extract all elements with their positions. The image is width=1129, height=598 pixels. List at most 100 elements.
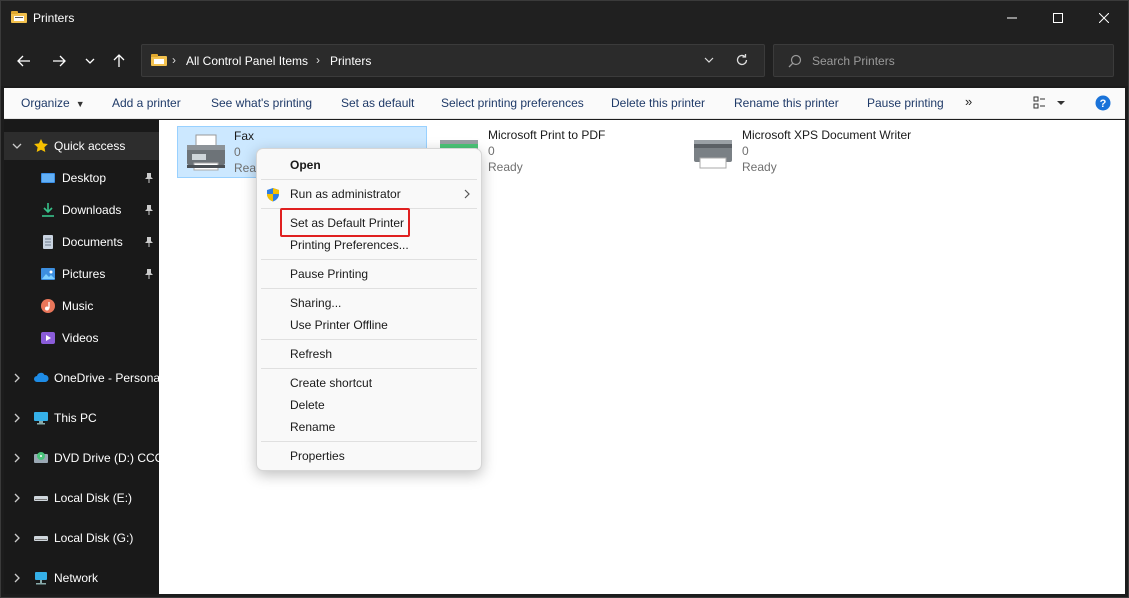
pin-icon[interactable] xyxy=(144,236,154,248)
chevron-right-icon[interactable] xyxy=(12,372,22,384)
disk-icon xyxy=(34,536,48,541)
sidebar-item-dvd-drive[interactable]: DVD Drive (D:) CCCC xyxy=(4,444,159,472)
videos-icon xyxy=(41,332,55,344)
help-icon[interactable]: ? xyxy=(1095,95,1111,111)
menu-item-refresh[interactable]: Refresh xyxy=(257,343,481,365)
more-commands-button[interactable]: » xyxy=(965,94,972,109)
pin-icon[interactable] xyxy=(144,268,154,280)
breadcrumb-all-control-panel-items[interactable]: All Control Panel Items xyxy=(186,54,308,68)
sidebar-item-label: Local Disk (E:) xyxy=(54,491,133,505)
menu-item-create-shortcut[interactable]: Create shortcut xyxy=(257,372,481,394)
back-button[interactable] xyxy=(12,49,36,73)
sidebar-item-this-pc[interactable]: This PC xyxy=(4,404,159,432)
printer-context-menu: Open Run as administrator Set as Default… xyxy=(256,148,482,471)
menu-item-label: Use Printer Offline xyxy=(290,318,388,332)
refresh-icon[interactable] xyxy=(735,53,749,67)
sidebar-item-label: Quick access xyxy=(54,139,126,153)
sidebar-item-local-disk-g[interactable]: Local Disk (G:) xyxy=(4,524,159,552)
sidebar-item-music[interactable]: Music xyxy=(4,292,159,320)
menu-item-printing-preferences[interactable]: Printing Preferences... xyxy=(257,234,481,256)
highlight-box xyxy=(280,208,410,237)
chevron-right-icon[interactable] xyxy=(12,532,22,544)
menu-item-use-printer-offline[interactable]: Use Printer Offline xyxy=(257,314,481,336)
menu-item-pause-printing[interactable]: Pause Printing xyxy=(257,263,481,285)
printer-status: Ready xyxy=(488,160,523,174)
sidebar-item-network[interactable]: Network xyxy=(4,564,159,592)
sidebar-item-label: Documents xyxy=(62,235,123,249)
chevron-right-icon[interactable] xyxy=(12,452,22,464)
sidebar-item-desktop[interactable]: Desktop xyxy=(4,164,159,192)
downloads-icon xyxy=(42,203,54,217)
menu-item-label: Create shortcut xyxy=(290,376,373,390)
menu-item-rename[interactable]: Rename xyxy=(257,416,481,438)
menu-separator xyxy=(261,179,477,180)
printer-name: Microsoft Print to PDF xyxy=(488,128,606,142)
rename-printer-button[interactable]: Rename this printer xyxy=(734,96,839,110)
pause-printing-button[interactable]: Pause printing xyxy=(867,96,944,110)
breadcrumb-separator: › xyxy=(172,53,176,67)
chevron-right-icon[interactable] xyxy=(12,412,22,424)
close-icon xyxy=(1099,13,1109,23)
title-bar: Printers xyxy=(0,0,1129,36)
sidebar-item-label: This PC xyxy=(54,411,97,425)
minimize-button[interactable] xyxy=(989,0,1035,36)
up-button[interactable] xyxy=(107,49,131,73)
search-icon xyxy=(788,54,802,68)
chevron-down-icon[interactable] xyxy=(12,140,22,152)
see-whats-printing-button[interactable]: See what's printing xyxy=(211,96,312,110)
documents-icon xyxy=(43,235,53,249)
arrow-left-icon xyxy=(17,55,30,67)
sidebar-item-onedrive[interactable]: OneDrive - Personal xyxy=(4,364,159,392)
set-as-default-button[interactable]: Set as default xyxy=(341,96,414,110)
navigation-bar: › All Control Panel Items › Printers xyxy=(0,36,1129,86)
organize-button[interactable]: Organize ▼ xyxy=(21,96,85,110)
sidebar-item-downloads[interactable]: Downloads xyxy=(4,196,159,224)
sidebar-item-videos[interactable]: Videos xyxy=(4,324,159,352)
address-bar[interactable]: › All Control Panel Items › Printers xyxy=(141,44,765,77)
recent-locations-button[interactable] xyxy=(78,49,102,73)
menu-separator xyxy=(261,441,477,442)
sidebar-item-label: DVD Drive (D:) CCCC xyxy=(54,451,159,465)
sidebar-item-local-disk-e[interactable]: Local Disk (E:) xyxy=(4,484,159,512)
sidebar-item-label: Videos xyxy=(62,331,99,345)
menu-item-open[interactable]: Open xyxy=(257,154,481,176)
address-history-chevron-icon[interactable] xyxy=(703,54,715,66)
breadcrumb-printers[interactable]: Printers xyxy=(330,54,371,68)
search-box[interactable] xyxy=(773,44,1114,77)
pictures-icon xyxy=(41,268,55,280)
menu-item-sharing[interactable]: Sharing... xyxy=(257,292,481,314)
network-icon xyxy=(35,572,47,585)
add-printer-button[interactable]: Add a printer xyxy=(112,96,181,110)
menu-item-label: Printing Preferences... xyxy=(290,238,409,252)
chevron-down-icon xyxy=(85,58,95,64)
printing-preferences-button[interactable]: Select printing preferences xyxy=(441,96,584,110)
chevron-right-icon[interactable] xyxy=(12,572,22,584)
sidebar-item-label: Network xyxy=(54,571,99,585)
disk-icon xyxy=(34,496,48,501)
menu-item-label: Refresh xyxy=(290,347,333,361)
maximize-button[interactable] xyxy=(1035,0,1081,36)
close-button[interactable] xyxy=(1081,0,1127,36)
search-input[interactable] xyxy=(812,52,1102,70)
arrow-up-icon xyxy=(113,54,125,67)
menu-item-label: Run as administrator xyxy=(290,187,401,201)
maximize-icon xyxy=(1053,13,1063,23)
pin-icon[interactable] xyxy=(144,172,154,184)
menu-item-properties[interactable]: Properties xyxy=(257,445,481,467)
chevron-right-icon[interactable] xyxy=(12,492,22,504)
menu-item-delete[interactable]: Delete xyxy=(257,394,481,416)
pin-icon[interactable] xyxy=(144,204,154,216)
forward-button[interactable] xyxy=(47,49,71,73)
sidebar-item-pictures[interactable]: Pictures xyxy=(4,260,159,288)
sidebar-item-label: Downloads xyxy=(62,203,122,217)
view-options-icon[interactable] xyxy=(1033,96,1067,110)
menu-item-label: Properties xyxy=(290,449,345,463)
menu-item-label: Delete xyxy=(290,398,325,412)
sidebar-item-documents[interactable]: Documents xyxy=(4,228,159,256)
sidebar-item-quick-access[interactable]: Quick access xyxy=(4,132,159,160)
printers-folder-icon xyxy=(11,11,27,23)
fax-printer-icon xyxy=(187,134,225,171)
menu-item-run-as-administrator[interactable]: Run as administrator xyxy=(257,183,481,205)
delete-printer-button[interactable]: Delete this printer xyxy=(611,96,705,110)
printer-item-xps-writer[interactable]: Microsoft XPS Document Writer 0 Ready xyxy=(689,126,949,178)
